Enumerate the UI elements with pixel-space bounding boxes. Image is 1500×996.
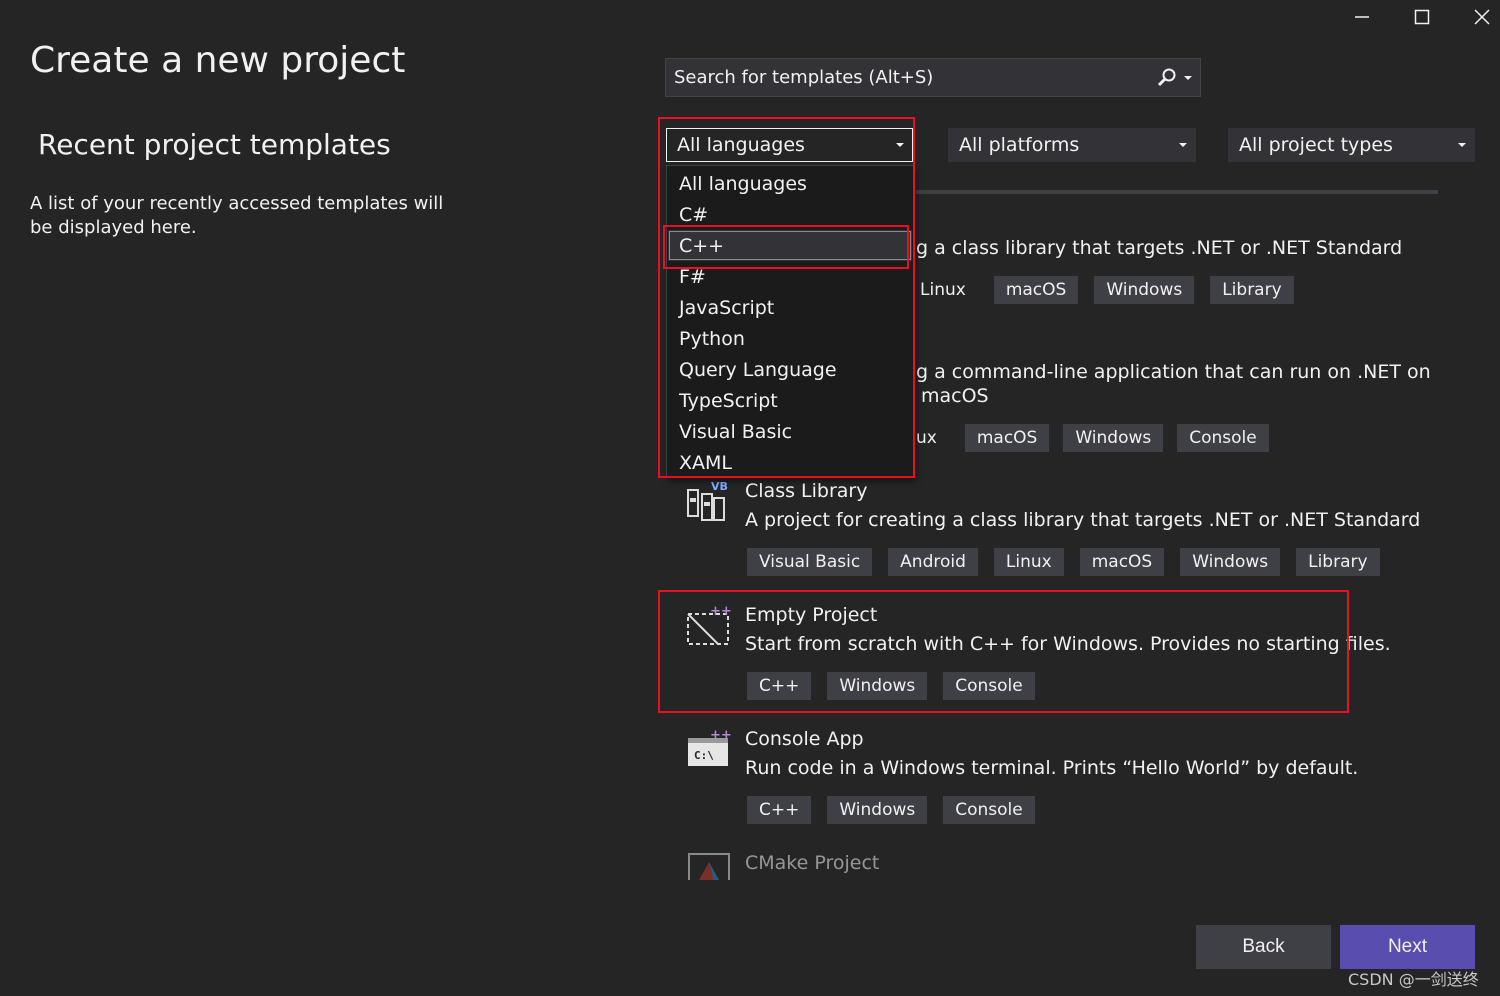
chevron-down-icon [896,143,904,147]
tag: Console [943,796,1035,824]
tag: Console [943,672,1035,700]
tag: Linux [920,280,966,300]
tag: Windows [1180,548,1281,576]
menu-item-visual-basic[interactable]: Visual Basic [668,416,912,447]
close-icon [1474,9,1490,25]
class-library-vb-icon: VB [686,480,730,524]
tag: ux [916,428,937,448]
language-filter-value: All languages [677,134,805,156]
recent-templates-title: Recent project templates [38,128,391,161]
tag: macOS [964,424,1050,452]
platform-filter-value: All platforms [959,134,1080,156]
empty-project-icon: ++ [686,604,732,648]
tag: macOS [993,276,1079,304]
template-description: Start from scratch with C++ for Windows.… [745,633,1391,655]
template-tags: ux macOS Windows Console [916,424,1269,452]
tag: Android [888,548,978,576]
menu-item-javascript[interactable]: JavaScript [668,292,912,323]
project-type-filter-value: All project types [1239,134,1393,156]
language-dropdown-menu: All languages C# C++ F# JavaScript Pytho… [666,165,914,477]
search-options-caret-icon[interactable] [1184,75,1192,80]
menu-item-all-languages[interactable]: All languages [668,168,912,199]
list-scroll-divider [916,190,1438,194]
template-title: Console App [745,728,864,750]
menu-item-fsharp[interactable]: F# [668,261,912,292]
template-description-line1: g a command-line application that can ru… [916,361,1431,383]
svg-text:++: ++ [710,604,732,619]
tag: Windows [827,672,928,700]
tag: macOS [1079,548,1165,576]
cmake-icon [688,852,730,880]
tag: Windows [827,796,928,824]
tag: Visual Basic [747,548,873,576]
tag: C++ [747,796,812,824]
tag: Linux [993,548,1064,576]
menu-item-typescript[interactable]: TypeScript [668,385,912,416]
tag: Library [1210,276,1294,304]
chevron-down-icon [1458,143,1466,147]
minimize-button[interactable] [1345,4,1379,30]
template-title: CMake Project [745,852,880,874]
close-button[interactable] [1465,4,1499,30]
language-filter-dropdown[interactable]: All languages [666,128,913,162]
minimize-icon [1355,16,1369,18]
tag: Library [1296,548,1380,576]
search-input[interactable]: Search for templates (Alt+S) [665,58,1201,97]
tag: Windows [1063,424,1164,452]
template-tags: Visual Basic Android Linux macOS Windows… [747,548,1380,576]
menu-item-cpp[interactable]: C++ [668,230,912,261]
template-description-line2: macOS [921,385,989,407]
tag: Console [1177,424,1269,452]
platform-filter-dropdown[interactable]: All platforms [948,128,1196,162]
menu-item-python[interactable]: Python [668,323,912,354]
menu-item-xaml[interactable]: XAML [668,447,912,478]
search-icon[interactable] [1156,67,1178,89]
svg-text:VB: VB [711,480,728,493]
template-item-partial-1[interactable]: g a class library that targets .NET or .… [916,236,1402,260]
template-item-cmake-project[interactable]: CMake Project [686,852,1336,880]
recent-templates-description: A list of your recently accessed templat… [30,193,444,238]
back-button[interactable]: Back [1196,925,1331,969]
template-tags: C++ Windows Console [747,672,1035,700]
svg-text:C:\: C:\ [694,749,714,762]
page-title: Create a new project [30,40,406,81]
maximize-icon [1414,9,1430,25]
template-item-console-app[interactable]: C:\ ++ Console App Run code in a Windows… [686,728,1358,828]
console-app-icon: C:\ ++ [686,728,732,772]
template-item-partial-2[interactable]: g a command-line application that can ru… [916,360,1431,408]
template-item-empty-project[interactable]: ++ Empty Project Start from scratch with… [686,604,1391,704]
tag: Windows [1094,276,1195,304]
template-description: Run code in a Windows terminal. Prints “… [745,757,1359,779]
template-description: g a class library that targets .NET or .… [916,237,1403,259]
watermark: CSDN @一剑送终 [1348,970,1479,989]
search-placeholder: Search for templates (Alt+S) [674,67,934,88]
template-tags: C++ Windows Console [747,796,1035,824]
project-type-filter-dropdown[interactable]: All project types [1228,128,1475,162]
svg-text:++: ++ [710,728,732,743]
menu-item-csharp[interactable]: C# [668,199,912,230]
maximize-button[interactable] [1405,4,1439,30]
next-button[interactable]: Next [1340,925,1475,969]
template-tags: Linux macOS Windows Library [916,276,1294,304]
menu-item-query-language[interactable]: Query Language [668,354,912,385]
template-title: Class Library [745,480,868,502]
template-title: Empty Project [745,604,878,626]
chevron-down-icon [1179,143,1187,147]
template-description: A project for creating a class library t… [745,509,1421,531]
template-item-class-library[interactable]: VB Class Library A project for creating … [686,480,1420,580]
tag: C++ [747,672,812,700]
